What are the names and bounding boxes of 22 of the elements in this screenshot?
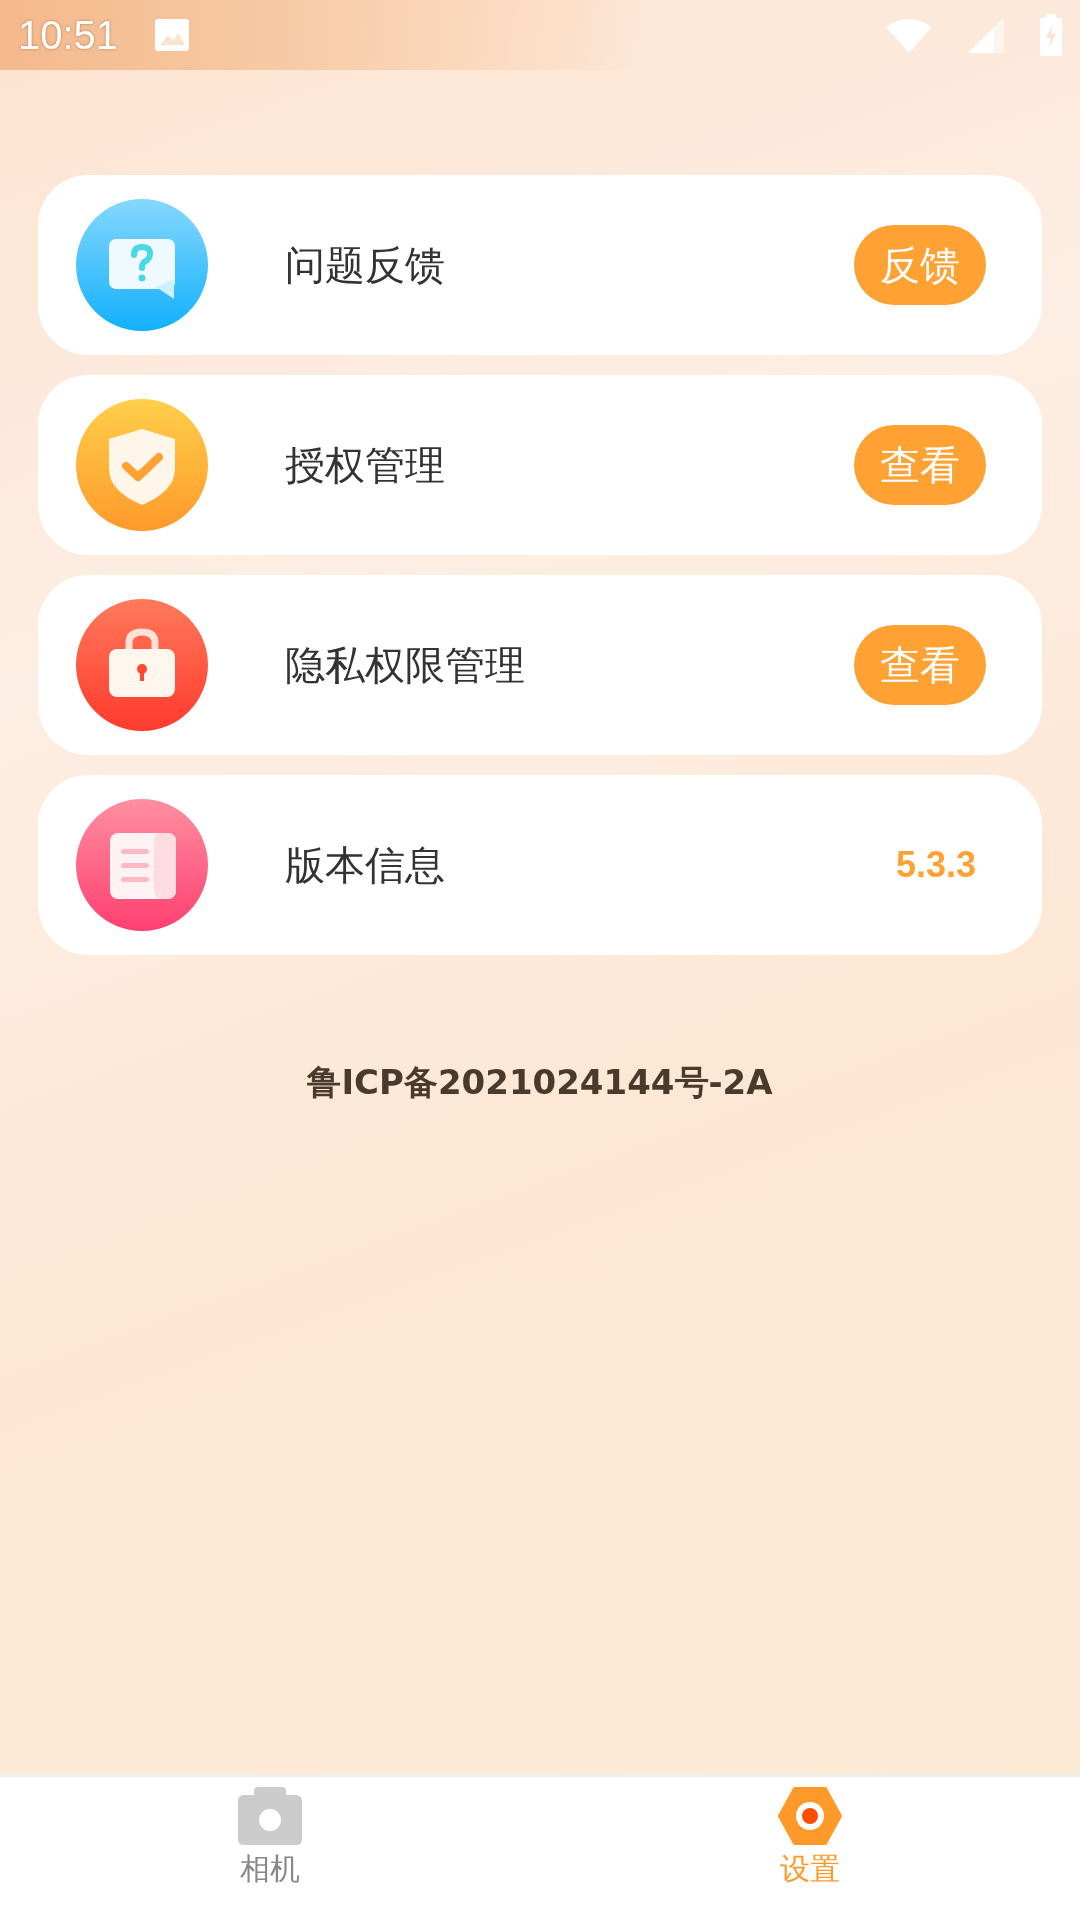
action-button[interactable]: 反馈 — [854, 225, 986, 305]
camera-icon — [238, 1787, 302, 1845]
item-label: 授权管理 — [285, 440, 446, 490]
status-time: 10:51 — [18, 12, 119, 58]
shield-check-icon — [76, 399, 208, 531]
nav-tab[interactable]: 相机 — [0, 1777, 540, 1920]
battery-charging-icon — [1040, 14, 1062, 56]
item-label: 问题反馈 — [285, 240, 446, 290]
version-number: 5.3.3 — [895, 844, 976, 886]
question-bubble-icon — [76, 199, 208, 331]
settings-icon — [778, 1787, 842, 1845]
document-icon — [76, 799, 208, 931]
item-label: 版本信息 — [285, 840, 446, 890]
item-label: 隐私权限管理 — [285, 640, 526, 690]
action-button[interactable]: 查看 — [854, 625, 986, 705]
wifi-icon — [886, 17, 932, 53]
nav-tab[interactable]: 设置 — [540, 1777, 1080, 1920]
padlock-icon — [76, 599, 208, 731]
icp-license-text: 鲁ICP备2021024144号-2A — [306, 1061, 774, 1104]
image-icon — [154, 17, 191, 53]
signal-icon — [968, 17, 1004, 53]
action-button[interactable]: 查看 — [854, 425, 986, 505]
